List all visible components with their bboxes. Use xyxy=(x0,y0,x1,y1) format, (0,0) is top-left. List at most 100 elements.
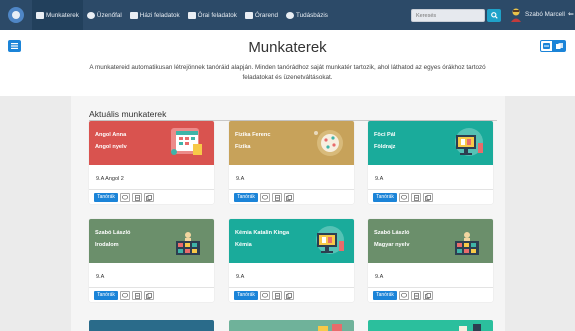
lessons-button[interactable]: Tanórák xyxy=(234,193,258,202)
lessons-button[interactable]: Tanórák xyxy=(373,193,397,202)
nav-orarend[interactable]: Órarend xyxy=(241,0,282,30)
card-footer: Tanórák xyxy=(368,189,493,204)
chat-button[interactable] xyxy=(260,193,270,202)
lessons-button[interactable]: Tanórák xyxy=(234,291,258,300)
lessons-button[interactable]: Tanórák xyxy=(94,291,118,300)
nav-label: Órai feladatok xyxy=(197,11,237,19)
grid-view-button[interactable] xyxy=(553,40,566,52)
card-header: Szabó László Magyar nyelv xyxy=(368,219,493,263)
card-illustration xyxy=(459,324,481,331)
copy-icon xyxy=(286,194,292,201)
list-icon xyxy=(543,43,550,49)
nav-label: Tudásbázis xyxy=(295,11,328,19)
copy-icon xyxy=(286,292,292,299)
lessons-button[interactable]: Tanórák xyxy=(94,193,118,202)
card-footer: Tanórák xyxy=(89,287,214,302)
card-subject: Kémia xyxy=(235,242,252,248)
copy-button[interactable] xyxy=(423,291,433,300)
nav-orai-feladatok[interactable]: Órai feladatok xyxy=(184,0,241,30)
card-teacher: Kémia Katalin Kinga xyxy=(235,230,290,236)
user-name[interactable]: Szabó Marcell xyxy=(525,11,565,18)
search-icon xyxy=(490,12,498,19)
pie-chart-illustration xyxy=(314,130,343,156)
copy-button[interactable] xyxy=(284,193,294,202)
section-title: Aktuális munkaterek xyxy=(89,109,167,119)
chat-button[interactable] xyxy=(120,193,130,202)
document-button[interactable] xyxy=(272,291,282,300)
building-illustration xyxy=(176,232,200,255)
workspace-card[interactable]: Szabó László Irodalom 9.A Tanórák xyxy=(89,219,214,302)
card-illustration xyxy=(318,324,342,331)
logout-icon[interactable]: ⇐ xyxy=(568,11,575,19)
chat-icon xyxy=(122,293,128,298)
card-subject: Földrajz xyxy=(374,144,396,150)
chat-icon xyxy=(401,293,407,298)
chat-button[interactable] xyxy=(260,291,270,300)
card-header: Angol Anna Angol nyelv xyxy=(89,121,214,165)
workspace-card[interactable] xyxy=(229,320,354,331)
nav-label: Házi feladatok xyxy=(139,11,180,19)
copy-button[interactable] xyxy=(144,291,154,300)
document-icon xyxy=(134,292,140,299)
workspace-card[interactable]: Angol Anna Angol nyelv 9.A Angol 2 Tanór… xyxy=(89,121,214,204)
card-teacher: Szabó László xyxy=(374,230,410,236)
nav-hazi-feladatok[interactable]: Házi feladatok xyxy=(126,0,184,30)
search-button[interactable] xyxy=(487,9,501,22)
search-input[interactable] xyxy=(411,9,485,22)
nav-uzenofal[interactable]: Üzenőfal xyxy=(83,0,126,30)
list-view-button[interactable] xyxy=(540,40,553,52)
document-button[interactable] xyxy=(411,291,421,300)
workspace-card[interactable] xyxy=(89,320,214,331)
card-footer: Tanórák xyxy=(368,287,493,302)
chat-icon xyxy=(262,293,268,298)
avatar[interactable] xyxy=(510,8,522,22)
nav-label: Munkaterek xyxy=(46,11,79,19)
chat-icon xyxy=(262,195,268,200)
workspace-card[interactable] xyxy=(368,320,493,331)
chat-button[interactable] xyxy=(399,291,409,300)
calendar-illustration xyxy=(171,128,202,155)
card-subject: Magyar nyelv xyxy=(374,242,410,248)
copy-icon xyxy=(425,292,431,299)
card-class: 9.A xyxy=(96,274,105,280)
document-button[interactable] xyxy=(411,193,421,202)
page-header: Munkaterek A munkatereid automatikusan l… xyxy=(0,30,575,96)
card-teacher: Föci Pál xyxy=(374,132,396,138)
card-header: Kémia Katalin Kinga Kémia xyxy=(229,219,354,263)
card-subject: Irodalom xyxy=(95,242,119,248)
monitor-illustration xyxy=(455,128,483,156)
lessons-button[interactable]: Tanórák xyxy=(373,291,397,300)
monitor-icon xyxy=(36,11,44,19)
nav-label: Üzenőfal xyxy=(96,11,122,19)
card-footer: Tanórák xyxy=(229,189,354,204)
nav-tudasbazis[interactable]: Tudásbázis xyxy=(282,0,332,30)
workspace-card[interactable]: Fizika Ferenc Fizika 9.A Tanórák xyxy=(229,121,354,204)
copy-icon xyxy=(556,43,563,49)
copy-button[interactable] xyxy=(284,291,294,300)
card-teacher: Szabó László xyxy=(95,230,131,236)
card-teacher: Angol Anna xyxy=(95,132,127,138)
document-button[interactable] xyxy=(132,291,142,300)
help-icon xyxy=(285,11,294,19)
copy-icon xyxy=(425,194,431,201)
nav-label: Órarend xyxy=(254,11,278,19)
calendar-icon xyxy=(244,11,253,19)
workspace-card[interactable]: Kémia Katalin Kinga Kémia 9.A Tanórák xyxy=(229,219,354,302)
card-subject: Fizika xyxy=(235,144,251,150)
document-button[interactable] xyxy=(272,193,282,202)
card-class: 9.A xyxy=(236,176,245,182)
workspace-card[interactable]: Szabó László Magyar nyelv 9.A Tanórák xyxy=(368,219,493,302)
chat-icon xyxy=(401,195,407,200)
chat-button[interactable] xyxy=(120,291,130,300)
building-illustration xyxy=(455,232,479,255)
document-button[interactable] xyxy=(132,193,142,202)
card-header: Fizika Ferenc Fizika xyxy=(229,121,354,165)
copy-button[interactable] xyxy=(144,193,154,202)
app-logo[interactable] xyxy=(8,7,24,23)
copy-button[interactable] xyxy=(423,193,433,202)
nav-munkaterek[interactable]: Munkaterek xyxy=(32,0,83,30)
chat-button[interactable] xyxy=(399,193,409,202)
card-class: 9.A xyxy=(375,274,384,280)
page-title: Munkaterek xyxy=(248,39,327,56)
workspace-card[interactable]: Föci Pál Földrajz 9.A Tanórák xyxy=(368,121,493,204)
